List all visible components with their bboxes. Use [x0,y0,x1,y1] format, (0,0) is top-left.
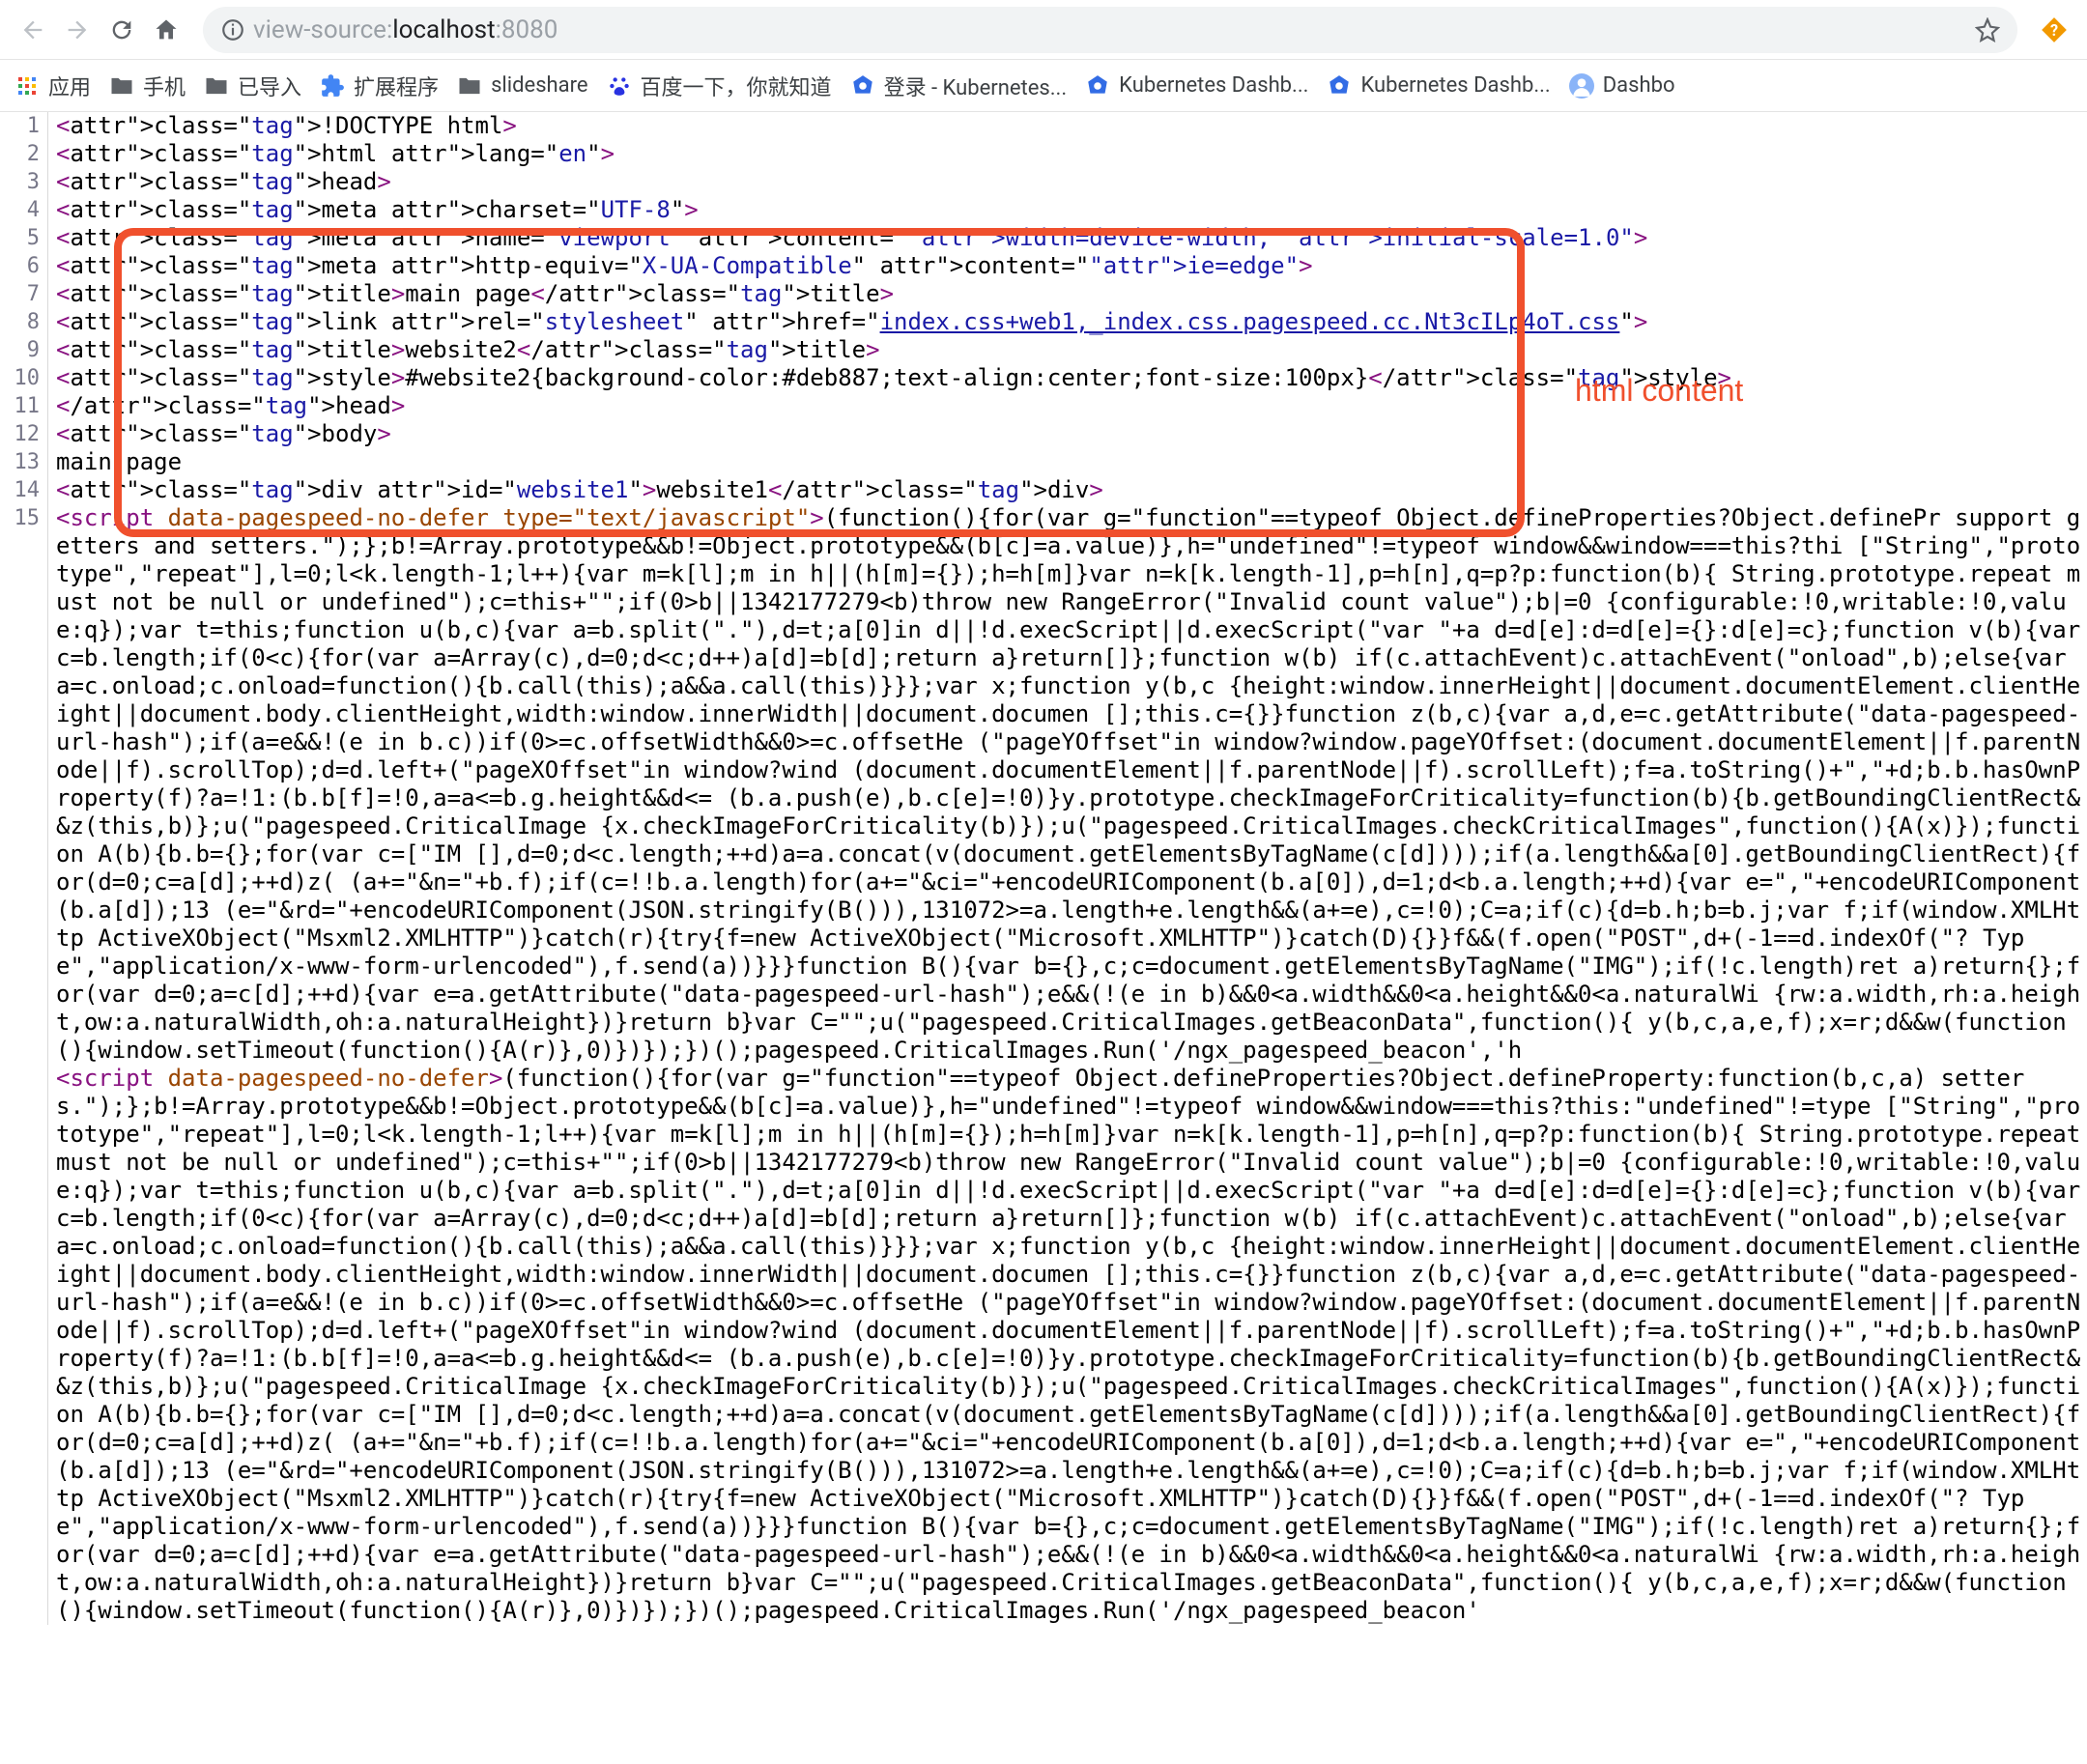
line-number: 1 [0,112,40,140]
kubernetes-icon [849,72,876,100]
view-source-content: 1 2 3 4 5 6 7 8 9 10 11 12 13 14 15 <att… [0,112,2087,1625]
bookmark-baidu[interactable]: 百度一下，你就知道 [606,71,832,101]
line-number: 15 [0,504,40,532]
kubernetes-icon [1084,72,1111,100]
bookmark-k8s-dash2[interactable]: Kubernetes Dashb... [1326,72,1550,100]
line-number-gutter: 1 2 3 4 5 6 7 8 9 10 11 12 13 14 15 [0,112,48,1625]
bookmark-label: Kubernetes Dashb... [1360,73,1550,98]
bookmarks-bar: 应用 手机 已导入 扩展程序 slideshare 百度一下，你就知道 登录 -… [0,60,2087,112]
bookmark-extensions[interactable]: 扩展程序 [319,71,439,101]
line-number: 4 [0,196,40,224]
bookmark-label: slideshare [491,73,587,98]
line-number: 8 [0,308,40,336]
address-bar[interactable]: view-source:localhost:8080 [203,7,2017,53]
diamond-question-icon: ? [2041,16,2068,43]
bookmark-dashboard[interactable]: Dashbo [1568,72,1675,100]
apps-grid-icon [14,72,41,100]
forward-button[interactable] [58,11,97,49]
help-button[interactable]: ? [2035,11,2073,49]
arrow-right-icon [64,16,91,43]
line-number: 9 [0,336,40,364]
bookmark-folder[interactable]: 已导入 [203,71,301,101]
line-number: 6 [0,252,40,280]
home-button[interactable] [147,11,186,49]
bookmark-folder[interactable]: slideshare [456,72,587,100]
line-number: 13 [0,448,40,476]
bookmark-label: 扩展程序 [354,71,439,101]
line-number: 3 [0,168,40,196]
browser-toolbar: view-source:localhost:8080 ? [0,0,2087,60]
line-number: 11 [0,392,40,420]
bookmark-label: 登录 - Kubernetes... [884,71,1068,101]
bookmark-label: Kubernetes Dashb... [1119,73,1308,98]
line-number: 2 [0,140,40,168]
paw-icon [606,72,633,100]
reload-icon [108,16,135,43]
bookmark-label: 百度一下，你就知道 [641,71,832,101]
kubernetes-icon [1326,72,1353,100]
svg-text:?: ? [2050,20,2058,39]
reload-button[interactable] [102,11,141,49]
line-number: 12 [0,420,40,448]
bookmark-folder[interactable]: 手机 [108,71,186,101]
avatar-icon [1568,72,1595,100]
url-text: view-source:localhost:8080 [253,15,557,44]
bookmark-label: 应用 [48,71,91,101]
line-number: 7 [0,280,40,308]
home-icon [153,16,180,43]
bookmark-label: 手机 [143,71,186,101]
info-icon[interactable] [220,17,245,43]
arrow-left-icon [19,16,46,43]
source-code[interactable]: <attr">class="tag">!DOCTYPE html><attr">… [48,112,2087,1625]
line-number: 10 [0,364,40,392]
annotation-label: html content [1575,373,1743,409]
star-icon[interactable] [1975,17,2000,43]
puzzle-icon [319,72,346,100]
bookmark-k8s-dash1[interactable]: Kubernetes Dashb... [1084,72,1308,100]
line-number: 14 [0,476,40,504]
bookmark-label: Dashbo [1603,73,1675,98]
bookmark-k8s-login[interactable]: 登录 - Kubernetes... [849,71,1068,101]
line-number: 5 [0,224,40,252]
back-button[interactable] [14,11,52,49]
folder-icon [203,72,230,100]
folder-icon [108,72,135,100]
folder-icon [456,72,483,100]
bookmark-label: 已导入 [238,71,301,101]
apps-shortcut[interactable]: 应用 [14,71,91,101]
